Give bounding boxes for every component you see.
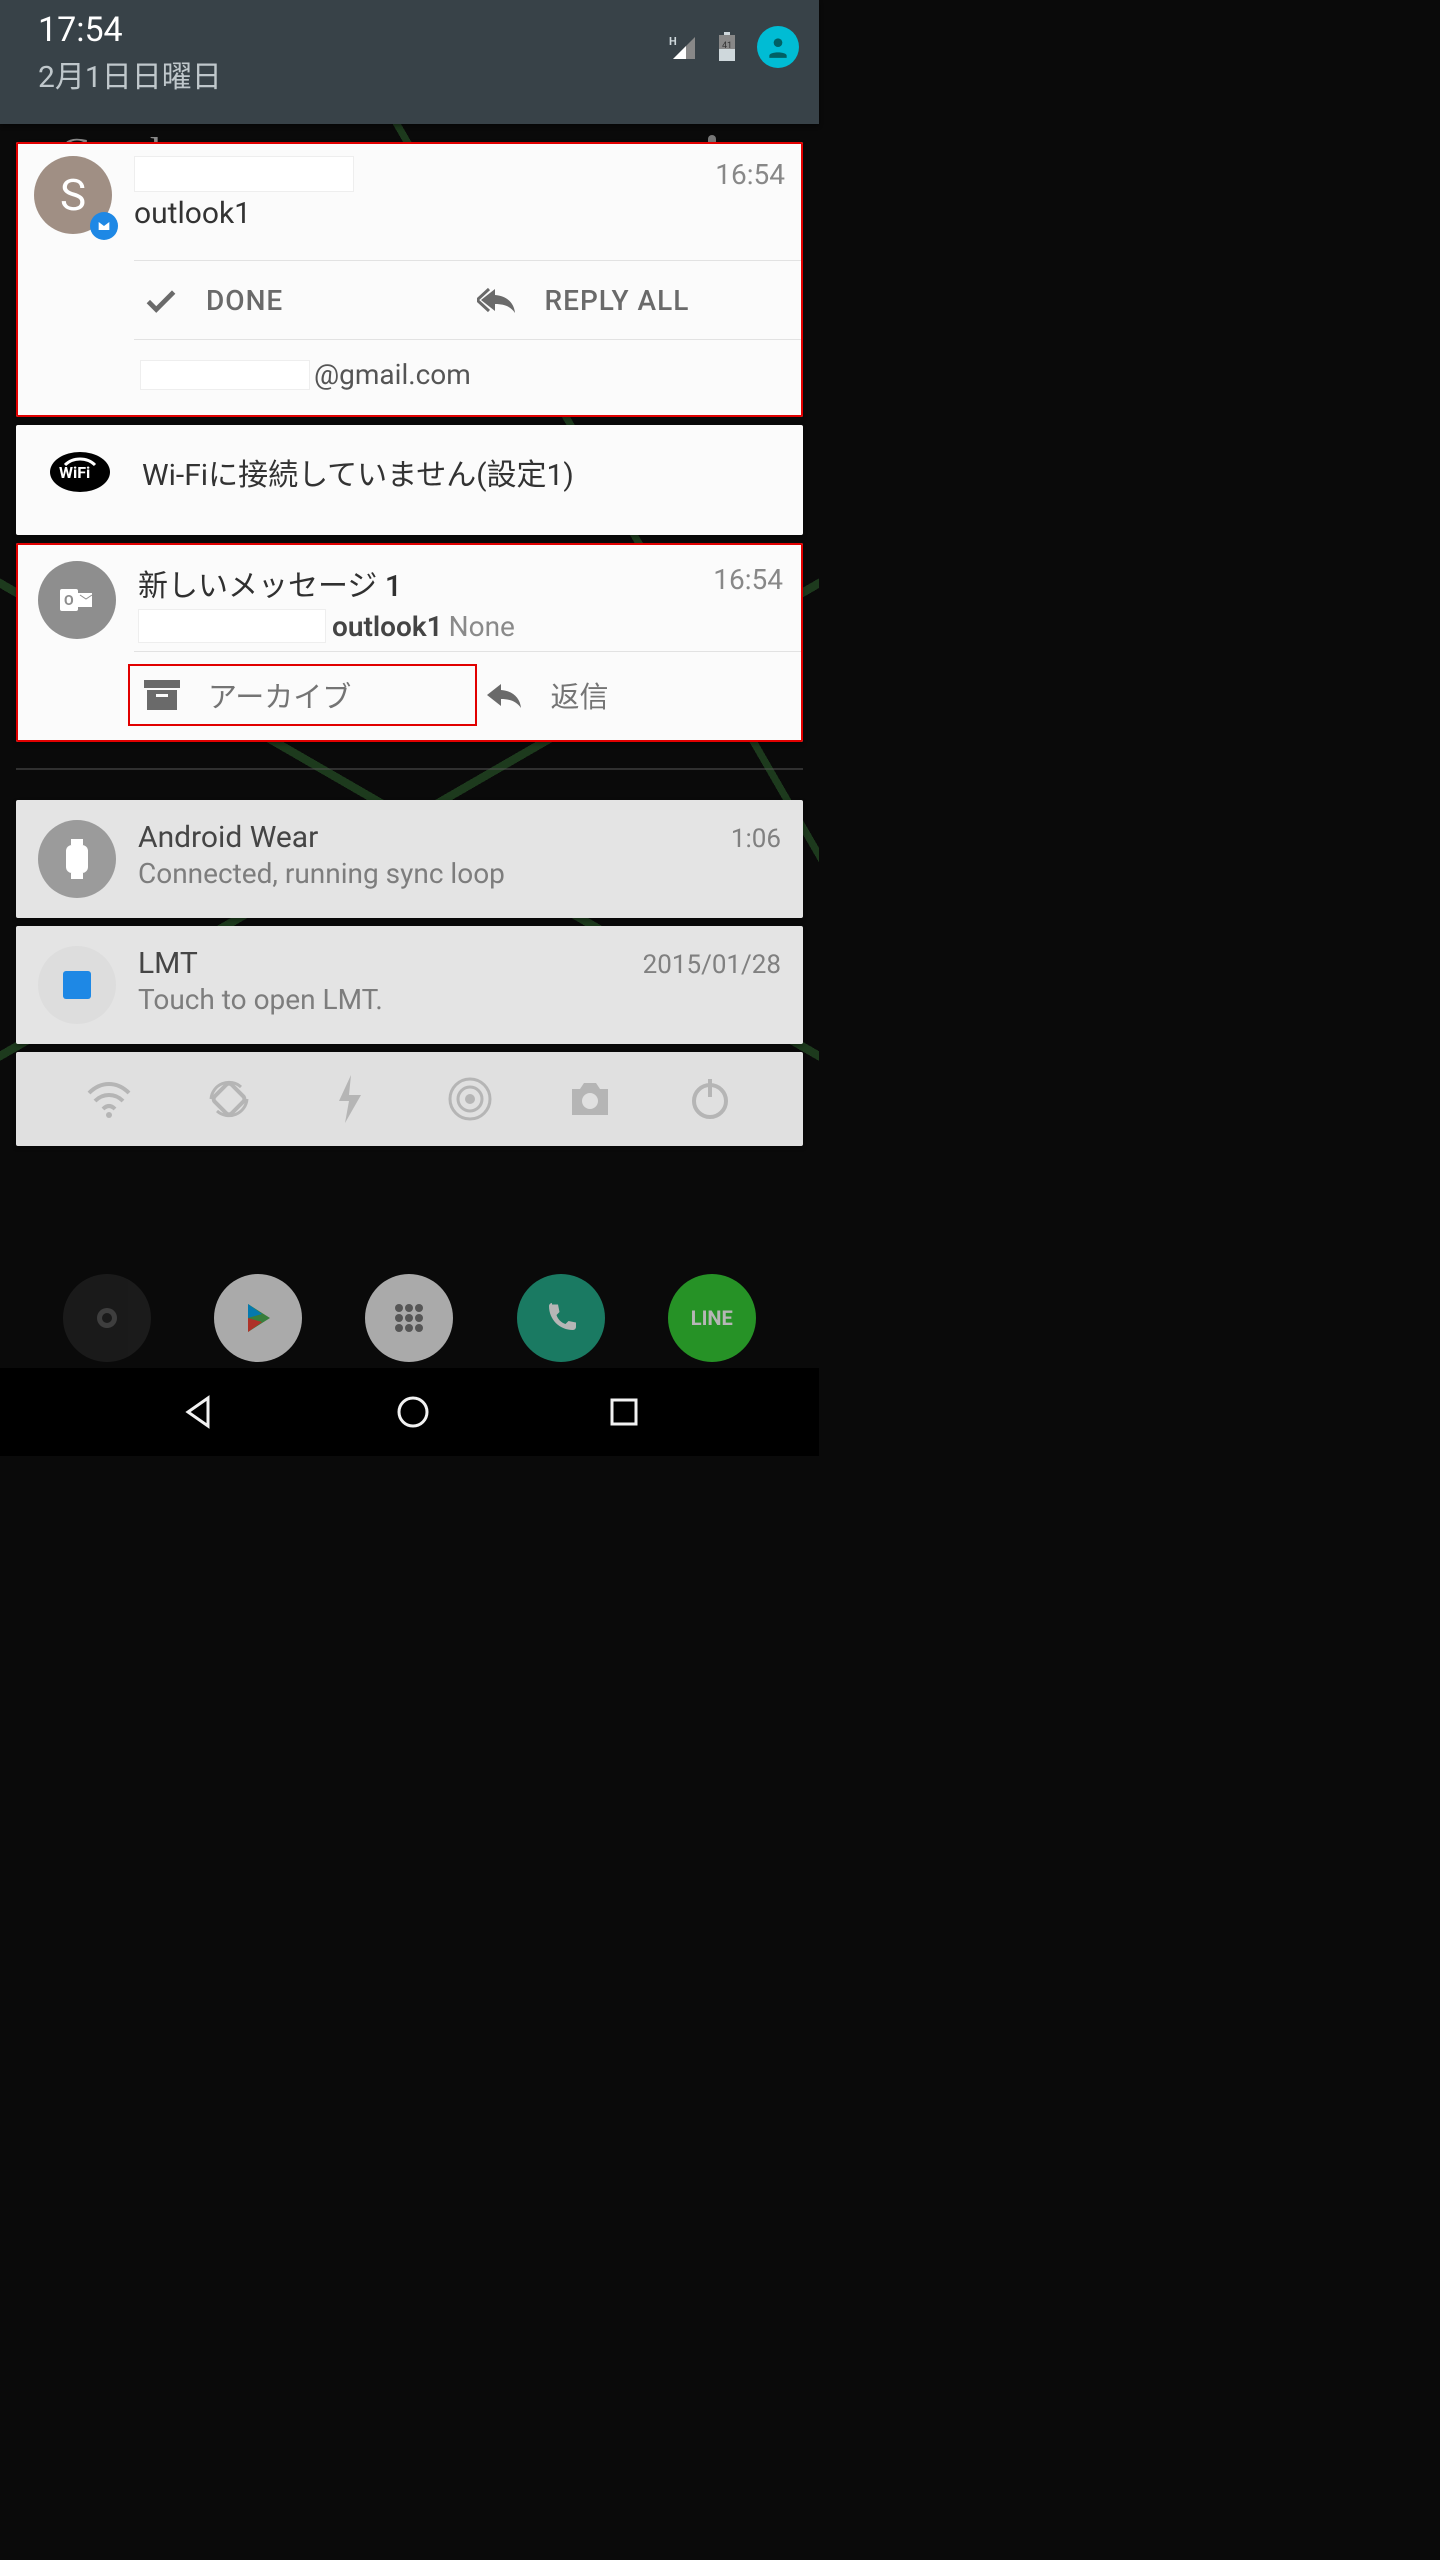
multiuser-avatar-icon[interactable] <box>757 26 799 68</box>
dock-line-icon[interactable]: LINE <box>668 1274 756 1362</box>
archive-button[interactable]: アーカイブ <box>134 670 471 720</box>
reply-icon <box>483 680 525 710</box>
lmt-app-icon <box>38 946 116 1024</box>
home-button[interactable] <box>396 1395 430 1429</box>
svg-text:H: H <box>669 35 677 48</box>
notification-time: 1:06 <box>731 820 781 854</box>
notification-shade: S outlook1 16:54 DONE REPLY ALL <box>0 142 819 1146</box>
clock-date: 2月1日日曜日 <box>38 52 222 96</box>
outlook-sender-extra: None <box>449 610 515 643</box>
header-left: 17:54 2月1日日曜日 <box>38 10 222 96</box>
battery-icon: 41 <box>713 33 741 61</box>
outlook-sender-bold: outlook1 <box>332 610 443 643</box>
sender-avatar: S <box>34 156 112 234</box>
reply-button[interactable]: 返信 <box>483 670 804 720</box>
reply-label: 返信 <box>551 674 609 716</box>
account-local-redacted <box>140 360 310 390</box>
svg-text:41: 41 <box>722 41 732 51</box>
dock-phone-icon[interactable] <box>517 1274 605 1362</box>
lmt-sub: Touch to open LMT. <box>138 983 643 1016</box>
back-button[interactable] <box>180 1394 216 1430</box>
dock-apps-icon[interactable] <box>365 1274 453 1362</box>
svg-text:O: O <box>64 593 74 609</box>
account-row: @gmail.com <box>134 340 803 417</box>
wear-title: Android Wear <box>138 820 731 855</box>
hotspot-toggle-icon[interactable] <box>443 1072 497 1126</box>
reply-all-label: REPLY ALL <box>545 284 690 317</box>
status-header[interactable]: 17:54 2月1日日曜日 H 41 <box>0 0 819 124</box>
notification-wifi[interactable]: WiFi Wi-Fiに接続していません(設定1) <box>16 425 803 535</box>
dock: LINE <box>0 1268 819 1368</box>
reply-all-icon <box>477 285 519 315</box>
notification-inbox[interactable]: S outlook1 16:54 DONE REPLY ALL <box>16 142 803 417</box>
sender-name-redacted <box>134 156 354 192</box>
notification-time: 16:54 <box>715 156 785 234</box>
notification-actions: DONE REPLY ALL <box>134 260 803 340</box>
flash-toggle-icon[interactable] <box>322 1072 376 1126</box>
archive-icon <box>142 678 182 712</box>
wear-sub: Connected, running sync loop <box>138 857 731 890</box>
archive-label: アーカイブ <box>208 674 351 716</box>
wifi-text: Wi-Fiに接続していません(設定1) <box>142 450 574 494</box>
done-label: DONE <box>206 284 283 317</box>
check-icon <box>142 281 180 319</box>
clock-time: 17:54 <box>38 10 222 50</box>
outlook-subline: outlook1 None <box>138 609 713 643</box>
svg-text:WiFi: WiFi <box>59 463 90 482</box>
account-domain: @gmail.com <box>314 358 471 391</box>
network-signal-icon: H <box>669 33 697 61</box>
notification-time: 16:54 <box>713 561 783 643</box>
lmt-title: LMT <box>138 946 643 981</box>
camera-toggle-icon[interactable] <box>563 1072 617 1126</box>
notification-lmt[interactable]: LMT Touch to open LMT. 2015/01/28 <box>16 926 803 1044</box>
wear-app-icon <box>38 820 116 898</box>
inbox-badge-icon <box>90 212 118 240</box>
done-button[interactable]: DONE <box>134 261 469 339</box>
wifi-toggle-icon[interactable] <box>82 1072 136 1126</box>
header-right: H 41 <box>669 10 799 68</box>
outlook-actions: アーカイブ 返信 <box>134 652 803 742</box>
wifi-icon: WiFi <box>40 449 120 495</box>
outlook-app-icon: O <box>38 561 116 639</box>
low-priority-separator <box>16 768 803 770</box>
quick-toggle-strip <box>16 1052 803 1146</box>
reply-all-button[interactable]: REPLY ALL <box>469 261 804 339</box>
avatar-letter: S <box>60 169 86 221</box>
recent-apps-button[interactable] <box>609 1397 639 1427</box>
autorotate-toggle-icon[interactable] <box>202 1072 256 1126</box>
outlook-title: 新しいメッセージ 1 <box>138 561 713 605</box>
nav-bar <box>0 1368 819 1456</box>
notification-wear[interactable]: Android Wear Connected, running sync loo… <box>16 800 803 918</box>
email-subject: outlook1 <box>134 196 715 231</box>
power-toggle-icon[interactable] <box>683 1072 737 1126</box>
outlook-sender-redacted <box>138 609 326 643</box>
notification-outlook[interactable]: O 新しいメッセージ 1 outlook1 None 16:54 アーカイブ 返… <box>16 543 803 742</box>
dock-play-store-icon[interactable] <box>214 1274 302 1362</box>
dock-camera-icon[interactable] <box>63 1274 151 1362</box>
notification-time: 2015/01/28 <box>643 946 781 980</box>
